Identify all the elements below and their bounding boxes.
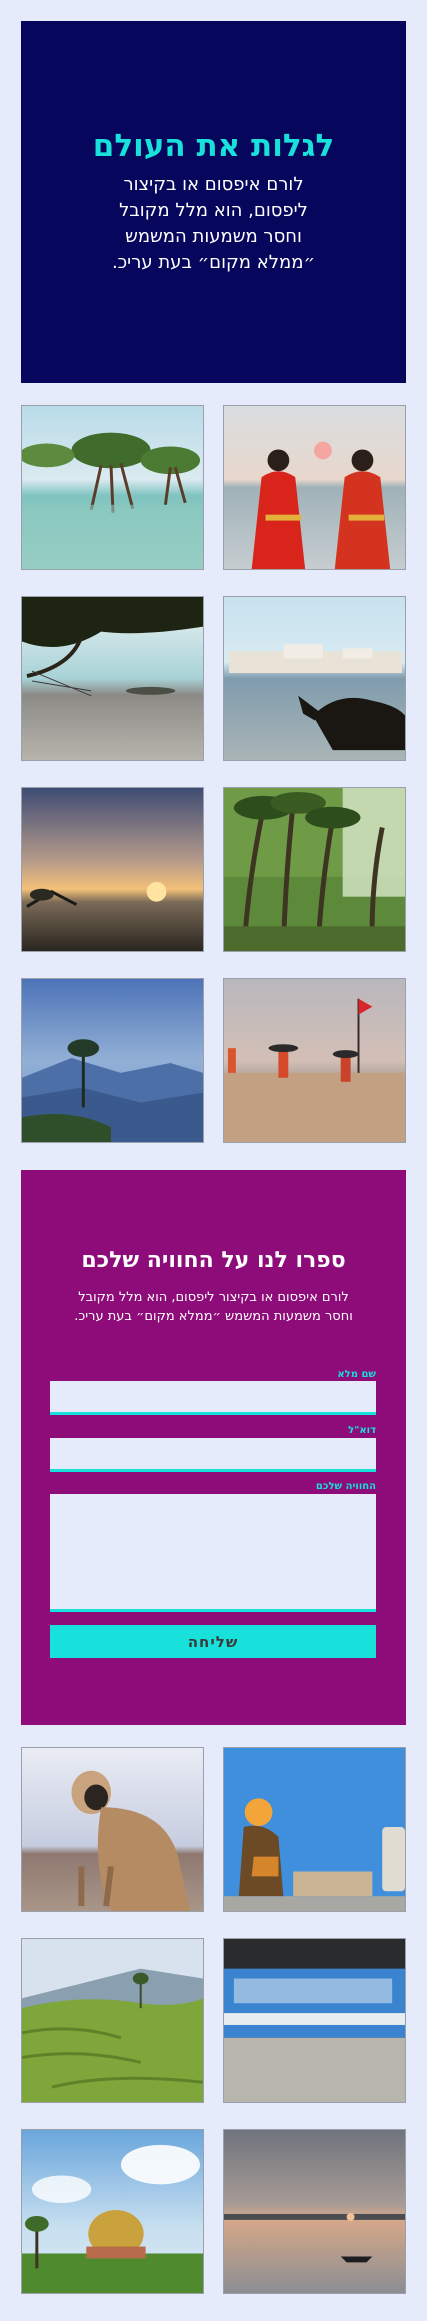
name-field[interactable] <box>50 1381 376 1415</box>
hero-title: לגלות את העולם <box>92 128 335 164</box>
mangrove-beach-photo <box>21 405 204 570</box>
sadhu-blue-wall-photo <box>223 1747 406 1912</box>
feedback-form-section: ספרו לנו על החוויה שלכם לורם איפסום או ב… <box>21 1170 406 1725</box>
page: לגלות את העולם לורם איפסום או בקיצור ליפ… <box>0 0 427 2321</box>
hero-banner: לגלות את העולם לורם איפסום או בקיצור ליפ… <box>21 21 406 383</box>
misty-mountain-tree-photo <box>21 978 204 1143</box>
email-label: דוא"ל <box>348 1425 376 1436</box>
submit-button[interactable]: שליחה <box>50 1625 376 1658</box>
cow-river-town-photo <box>223 596 406 761</box>
experience-textarea[interactable] <box>50 1494 376 1612</box>
hero-text: לורם איפסום או בקיצור ליפסום, הוא מלל מק… <box>111 174 316 273</box>
experience-label: החוויה שלכם <box>315 1481 376 1492</box>
boat-sunset-photo <box>223 2129 406 2294</box>
monkey-photo <box>21 1747 204 1912</box>
women-sunset-sea-photo <box>223 405 406 570</box>
email-field[interactable] <box>50 1438 376 1472</box>
form-intro: לורם איפסום או בקיצור ליפסום, הוא מלל מק… <box>74 1290 353 1324</box>
form-title: ספרו לנו על החוויה שלכם <box>81 1248 346 1273</box>
tree-branch-beach-photo <box>21 596 204 761</box>
golden-dome-photo <box>21 2129 204 2294</box>
sunset-mudflat-photo <box>21 787 204 952</box>
beach-people-flag-photo <box>223 978 406 1143</box>
moving-train-photo <box>223 1938 406 2103</box>
name-label: שם מלא <box>337 1369 376 1380</box>
tea-plantation-photo <box>21 1938 204 2103</box>
palm-forest-photo <box>223 787 406 952</box>
